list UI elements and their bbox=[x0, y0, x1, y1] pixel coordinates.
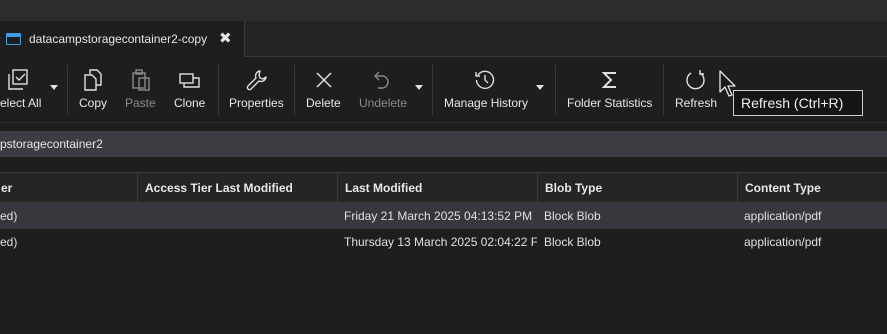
close-icon[interactable]: ✖ bbox=[219, 31, 232, 46]
copy-button[interactable]: Copy bbox=[76, 57, 112, 123]
delete-label: Delete bbox=[306, 96, 341, 110]
manage-history-label: Manage History bbox=[444, 96, 529, 110]
paste-button[interactable]: Paste bbox=[121, 57, 161, 123]
copy-icon bbox=[84, 69, 102, 91]
path-text: pstoragecontainer2 bbox=[0, 137, 103, 151]
properties-button[interactable]: Properties bbox=[227, 57, 287, 123]
column-header-access-tier[interactable]: er bbox=[0, 173, 137, 203]
select-all-button[interactable]: elect All bbox=[0, 57, 48, 123]
clone-icon bbox=[179, 73, 200, 88]
cell-access-tier-last-modified bbox=[137, 203, 337, 229]
folder-statistics-button[interactable]: Folder Statistics bbox=[564, 57, 656, 123]
undo-icon bbox=[374, 71, 389, 89]
table-row[interactable]: ed) Friday 21 March 2025 04:13:52 PM Blo… bbox=[0, 203, 887, 229]
manage-history-dropdown[interactable] bbox=[536, 85, 544, 90]
table-row[interactable]: ed) Thursday 13 March 2025 02:04:22 F Bl… bbox=[0, 229, 887, 255]
container-icon bbox=[6, 33, 21, 45]
paste-label: Paste bbox=[125, 96, 156, 110]
delete-icon bbox=[316, 72, 332, 88]
cell-last-modified: Friday 21 March 2025 04:13:52 PM bbox=[344, 209, 533, 223]
refresh-label: Refresh bbox=[675, 96, 718, 110]
toolbar-separator bbox=[555, 65, 556, 115]
select-all-icon bbox=[8, 69, 28, 90]
cell-blob-type: Block Blob bbox=[544, 209, 601, 223]
properties-label: Properties bbox=[229, 96, 284, 110]
tab-strip: datacampstoragecontainer2-copy ✖ bbox=[0, 21, 887, 57]
cell-access-tier-last-modified bbox=[137, 229, 337, 255]
tab-container-copy[interactable]: datacampstoragecontainer2-copy ✖ bbox=[0, 21, 245, 57]
clone-label: Clone bbox=[174, 96, 206, 110]
tab-label: datacampstoragecontainer2-copy bbox=[29, 32, 208, 46]
undelete-button[interactable]: Undelete bbox=[356, 57, 410, 123]
column-header-last-modified[interactable]: Last Modified bbox=[337, 173, 537, 203]
refresh-icon bbox=[686, 70, 705, 90]
toolbar-separator bbox=[663, 65, 664, 115]
cell-last-modified: Thursday 13 March 2025 02:04:22 F bbox=[344, 235, 537, 249]
toolbar-separator bbox=[67, 65, 68, 115]
title-bar bbox=[0, 0, 887, 21]
refresh-button[interactable]: Refresh bbox=[672, 57, 720, 123]
folder-statistics-label: Folder Statistics bbox=[567, 96, 653, 110]
copy-label: Copy bbox=[79, 96, 108, 110]
sigma-icon bbox=[601, 72, 616, 88]
column-header-content-type[interactable]: Content Type bbox=[737, 173, 887, 203]
path-bar[interactable]: pstoragecontainer2 bbox=[0, 131, 887, 157]
column-header-access-tier-last-modified[interactable]: Access Tier Last Modified bbox=[137, 173, 337, 203]
select-all-label: elect All bbox=[0, 96, 42, 110]
toolbar-separator bbox=[432, 65, 433, 115]
refresh-tooltip: Refresh (Ctrl+R) bbox=[733, 90, 863, 116]
cell-content-type: application/pdf bbox=[744, 209, 822, 223]
delete-button[interactable]: Delete bbox=[303, 57, 345, 123]
paste-icon bbox=[132, 69, 150, 91]
undelete-dropdown[interactable] bbox=[415, 85, 423, 90]
cell-access-tier: ed) bbox=[0, 209, 18, 223]
blob-grid: er Access Tier Last Modified Last Modifi… bbox=[0, 172, 887, 255]
undelete-label: Undelete bbox=[359, 96, 408, 110]
grid-header: er Access Tier Last Modified Last Modifi… bbox=[0, 172, 887, 203]
history-icon bbox=[475, 70, 495, 89]
manage-history-button[interactable]: Manage History bbox=[441, 57, 531, 123]
clone-button[interactable]: Clone bbox=[172, 57, 208, 123]
toolbar-separator bbox=[294, 65, 295, 115]
cell-blob-type: Block Blob bbox=[544, 235, 601, 249]
select-all-dropdown[interactable] bbox=[50, 85, 58, 90]
column-header-blob-type[interactable]: Blob Type bbox=[537, 173, 737, 203]
cell-content-type: application/pdf bbox=[744, 235, 822, 249]
toolbar-separator bbox=[218, 65, 219, 115]
cell-access-tier: ed) bbox=[0, 235, 18, 249]
wrench-icon bbox=[246, 70, 267, 91]
